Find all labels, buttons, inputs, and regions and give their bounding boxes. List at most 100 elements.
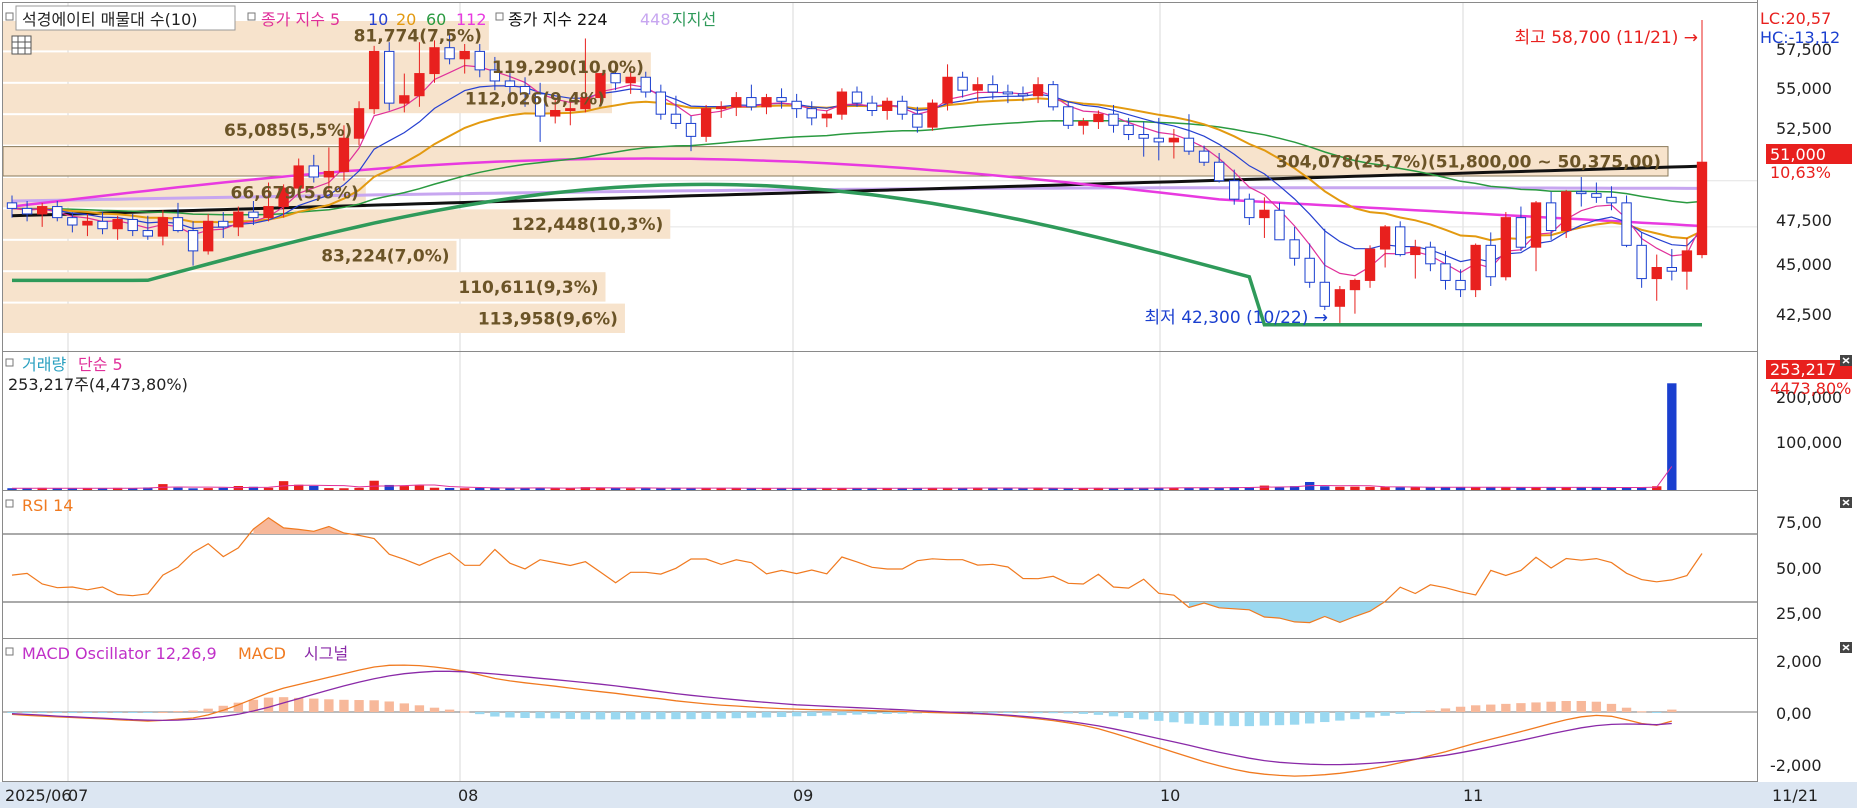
candle-body — [655, 91, 667, 115]
macd-oscillator-bar — [143, 712, 153, 713]
candle-body — [987, 84, 998, 93]
current-volume: 253,217 — [1770, 360, 1836, 379]
candle-body — [1138, 134, 1149, 139]
volume-profile-label: 83,224(7,0%) — [321, 247, 449, 267]
volume-profile-label: 81,774(7,5%) — [354, 27, 482, 47]
candle-body — [1440, 263, 1451, 281]
volume-bar — [1380, 487, 1390, 490]
candle-body — [1696, 161, 1708, 256]
volume-bar — [188, 488, 198, 490]
macd-oscillator-bar — [867, 712, 877, 715]
candle-body — [882, 100, 893, 112]
legend-square-icon — [5, 12, 14, 21]
legend-support: 지지선 — [672, 10, 716, 29]
close-icon[interactable] — [1840, 355, 1852, 366]
candle-body — [1093, 113, 1104, 123]
date-label-last: 11/21 — [1772, 786, 1818, 805]
table-icon[interactable] — [11, 35, 32, 55]
rsi-legend-label: RSI 14 — [22, 496, 73, 515]
volume-bar — [414, 485, 425, 490]
macd-oscillator-bar — [716, 712, 726, 719]
candle-body — [670, 113, 682, 124]
candle-body — [368, 50, 380, 110]
macd-oscillator-bar — [791, 712, 802, 717]
candle-body — [851, 91, 863, 104]
candle-body — [1681, 250, 1693, 272]
candle-body — [444, 47, 455, 60]
candle-body — [836, 91, 848, 115]
candle-body — [1349, 279, 1361, 291]
legend-square-icon — [5, 647, 14, 656]
candle-body — [1334, 289, 1346, 307]
candle-body — [776, 97, 787, 102]
date-label: 08 — [458, 786, 478, 805]
macd-oscillator-bar — [1139, 712, 1149, 720]
date-label: 2025/06 — [5, 786, 71, 805]
legend-ma10: 10 — [368, 10, 388, 29]
volume-profile-label: 119,290(10,0%) — [492, 58, 644, 78]
volume-bar — [218, 487, 228, 490]
candle-body — [1455, 279, 1466, 291]
macd-oscillator-bar — [1063, 712, 1073, 714]
rsi-tick: 50,00 — [1776, 559, 1822, 578]
candle-body — [1545, 202, 1557, 232]
volume-bar — [263, 487, 274, 490]
candle-body — [127, 218, 138, 232]
candle-body — [6, 202, 18, 209]
candle-body — [1576, 191, 1587, 195]
candle-body — [248, 211, 259, 219]
candle-body — [1636, 244, 1647, 280]
macd-oscillator-bar — [807, 712, 817, 717]
date-label: 07 — [68, 786, 88, 805]
close-icon[interactable] — [1840, 642, 1852, 653]
volume-bar — [369, 480, 379, 490]
macd-oscillator-bar — [384, 701, 394, 712]
candle-body — [1002, 91, 1014, 95]
macd-oscillator-bar — [822, 712, 832, 716]
macd-oscillator-bar — [1244, 712, 1254, 727]
macd-legend-osc: MACD Oscillator 12,26,9 — [22, 644, 217, 663]
volume-bar — [1259, 485, 1270, 490]
candle-body — [791, 100, 802, 110]
macd-oscillator-bar — [1440, 708, 1451, 712]
candle-body — [1032, 84, 1044, 97]
macd-oscillator-bar — [1199, 712, 1209, 725]
volume-bar — [1274, 487, 1285, 490]
candle-body — [82, 220, 93, 226]
candle-body — [1485, 244, 1496, 278]
price-tick: 47,500 — [1776, 211, 1832, 230]
macd-oscillator-bar — [1289, 712, 1300, 725]
low-marker: 최저 42,300 (10/22) → — [1145, 308, 1328, 328]
macd-oscillator-bar — [1470, 705, 1481, 712]
macd-oscillator-bar — [173, 711, 183, 713]
macd-oscillator-bar — [67, 712, 78, 713]
volume-bar — [1667, 383, 1677, 490]
macd-oscillator-bar — [1486, 704, 1496, 712]
macd-oscillator-bar — [158, 712, 168, 713]
candle-body — [1213, 161, 1225, 182]
candle-body — [474, 50, 485, 71]
macd-oscillator-bar — [1395, 712, 1405, 714]
close-icon[interactable] — [1840, 497, 1852, 508]
date-label: 10 — [1160, 786, 1180, 805]
candle-body — [52, 206, 63, 219]
candle-body — [942, 76, 953, 104]
volume-profile-label: 122,448(10,3%) — [511, 215, 663, 235]
volume-profile-label: 304,078(25,7%)(51,800,00 ~ 50,375,00) — [1276, 152, 1661, 172]
candle-body — [353, 108, 365, 139]
candle-body — [37, 206, 48, 215]
candle-body — [1500, 217, 1512, 278]
candle-body — [1410, 246, 1421, 256]
macd-oscillator-bar — [595, 712, 606, 720]
volume-bar — [1395, 487, 1405, 490]
macd-oscillator-bar — [1561, 700, 1571, 712]
volume-bar — [339, 488, 349, 490]
macd-oscillator-bar — [52, 712, 62, 713]
macd-oscillator-bar — [1380, 712, 1390, 716]
candle-body — [1470, 244, 1481, 291]
legend-ma224: 종가 지수 224 — [508, 10, 608, 29]
macd-oscillator-bar — [1305, 712, 1315, 724]
macd-oscillator-bar — [354, 700, 364, 712]
candle-body — [233, 211, 244, 228]
candle-body — [157, 217, 169, 237]
